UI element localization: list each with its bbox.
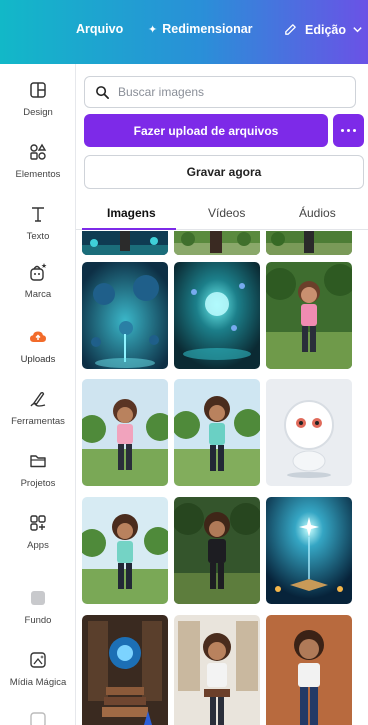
image-thumbnail[interactable]	[82, 497, 168, 604]
image-thumbnail[interactable]	[174, 615, 260, 725]
tools-icon	[27, 388, 49, 410]
sidebar-item-partial[interactable]	[0, 709, 76, 725]
record-now-label: Gravar agora	[186, 165, 262, 179]
file-menu-label: Arquivo	[76, 22, 124, 36]
magic-media-icon	[27, 649, 49, 671]
elements-icon	[27, 141, 49, 163]
more-options-button[interactable]	[333, 114, 364, 147]
sidebar-item-background[interactable]: Fundo	[0, 587, 76, 626]
edit-mode-button[interactable]: Edição	[283, 22, 363, 37]
search-box[interactable]	[84, 76, 356, 108]
sidebar-item-label: Apps	[27, 540, 49, 551]
canva-editor: Arquivo ✦ Redimensionar Edição Design El…	[0, 0, 368, 725]
chevron-down-icon	[353, 27, 362, 33]
search-input[interactable]	[118, 85, 338, 99]
image-thumbnail[interactable]	[266, 615, 352, 725]
edit-mode-label: Edição	[305, 22, 346, 37]
tab-images[interactable]: Imagens	[107, 206, 156, 220]
sidebar-item-apps[interactable]: Apps	[0, 512, 76, 551]
resize-button[interactable]: ✦ Redimensionar	[148, 22, 253, 36]
upload-files-label: Fazer upload de arquivos	[133, 123, 279, 138]
image-thumbnail[interactable]	[266, 262, 352, 369]
image-thumbnail[interactable]	[174, 262, 260, 369]
image-thumbnail[interactable]	[82, 615, 168, 725]
sidebar-item-label: Ferramentas	[11, 416, 65, 427]
sidebar-item-brand[interactable]: Marca	[0, 261, 76, 300]
image-thumbnail[interactable]	[82, 262, 168, 369]
sidebar-item-label: Mídia Mágica	[9, 677, 67, 688]
sidebar-item-label: Elementos	[15, 169, 61, 180]
pencil-icon	[285, 24, 296, 35]
sidebar-item-elements[interactable]: Elementos	[0, 141, 76, 180]
sidebar-item-label: Texto	[26, 231, 50, 242]
design-icon	[27, 79, 49, 101]
image-thumbnail[interactable]	[82, 379, 168, 486]
text-icon	[27, 203, 49, 225]
sidebar-item-label: Projetos	[20, 478, 56, 489]
sidebar: Design Elementos Texto Marca Uploads Fer…	[0, 64, 76, 725]
sidebar-item-projects[interactable]: Projetos	[0, 450, 76, 489]
more-dots-icon	[341, 129, 344, 132]
tab-active-indicator	[82, 228, 176, 230]
image-thumbnail[interactable]	[266, 231, 352, 255]
sidebar-item-label: Fundo	[24, 615, 52, 626]
image-thumbnail[interactable]	[174, 379, 260, 486]
background-icon	[27, 587, 49, 609]
file-menu-button[interactable]: Arquivo	[76, 22, 123, 36]
top-bar: Arquivo ✦ Redimensionar Edição	[0, 0, 368, 64]
image-thumbnail[interactable]	[174, 497, 260, 604]
brand-icon	[27, 261, 49, 283]
sidebar-item-tools[interactable]: Ferramentas	[0, 388, 76, 427]
sidebar-item-magic-media[interactable]: Mídia Mágica	[0, 649, 76, 688]
resize-label: Redimensionar	[162, 22, 253, 36]
sidebar-item-label: Design	[23, 107, 53, 118]
sparkle-icon: ✦	[148, 23, 158, 36]
record-now-button[interactable]: Gravar agora	[84, 155, 364, 189]
sidebar-item-label: Uploads	[20, 354, 56, 365]
tab-audios[interactable]: Áudios	[299, 206, 336, 220]
media-tabs: Imagens Vídeos Áudios	[76, 196, 368, 230]
uploads-panel: Fazer upload de arquivos Gravar agora Im…	[76, 64, 368, 725]
apps-icon	[27, 512, 49, 534]
folder-icon	[27, 450, 49, 472]
sidebar-item-text[interactable]: Texto	[0, 203, 76, 242]
sidebar-item-label: Marca	[24, 289, 52, 300]
menu-icon[interactable]	[28, 24, 44, 38]
sidebar-item-design[interactable]: Design	[0, 79, 76, 118]
image-thumbnail[interactable]	[266, 497, 352, 604]
image-thumbnail[interactable]	[82, 231, 168, 255]
tab-videos[interactable]: Vídeos	[208, 206, 245, 220]
search-icon	[96, 85, 109, 99]
uploads-icon	[27, 326, 49, 348]
image-thumbnail[interactable]	[266, 379, 352, 486]
partial-icon	[27, 709, 49, 725]
sidebar-item-uploads[interactable]: Uploads	[0, 326, 76, 365]
image-thumbnail[interactable]	[174, 231, 260, 255]
upload-files-button[interactable]: Fazer upload de arquivos	[84, 114, 328, 147]
